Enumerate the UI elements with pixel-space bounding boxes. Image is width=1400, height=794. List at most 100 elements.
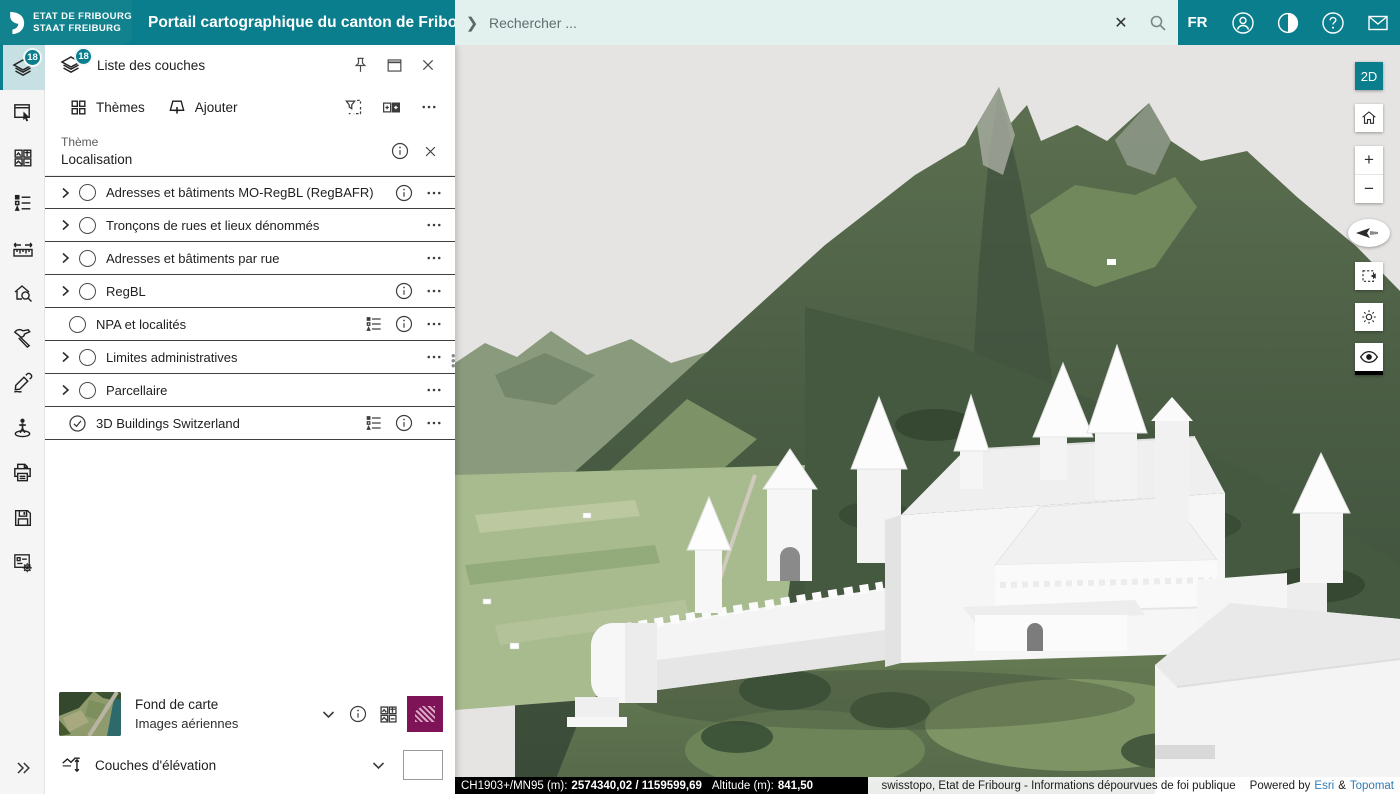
zoom-controls: + − bbox=[1355, 146, 1383, 203]
layer-legend-icon[interactable] bbox=[359, 309, 389, 339]
layer-more-icon[interactable] bbox=[419, 210, 449, 240]
elevation-swatch[interactable] bbox=[403, 750, 443, 780]
expand-chevron-icon[interactable] bbox=[55, 187, 75, 199]
basemap-gallery-icon[interactable] bbox=[373, 699, 403, 729]
panel-resize-handle[interactable]: ••• bbox=[451, 353, 459, 368]
theme-value: Localisation bbox=[61, 152, 385, 167]
layer-name: Parcellaire bbox=[106, 383, 419, 398]
more-options-icon[interactable] bbox=[413, 92, 445, 122]
home-extent-button[interactable] bbox=[1355, 104, 1383, 132]
sidebar-item-locate-search[interactable] bbox=[0, 270, 45, 315]
help-icon[interactable] bbox=[1310, 0, 1355, 45]
pin-panel-icon[interactable] bbox=[343, 50, 377, 80]
sidebar-item-basemaps[interactable] bbox=[0, 135, 45, 180]
zoom-in-button[interactable]: + bbox=[1355, 146, 1383, 174]
contrast-toggle-icon[interactable] bbox=[1265, 0, 1310, 45]
layer-checked-icon[interactable] bbox=[68, 414, 87, 433]
sidebar-item-settings[interactable] bbox=[0, 540, 45, 585]
layer-radio-unchecked[interactable] bbox=[79, 217, 96, 234]
compass-control[interactable] bbox=[1348, 219, 1390, 247]
basemap-texts: Fond de carte Images aériennes bbox=[135, 697, 313, 731]
3d-buildings-style-swatch[interactable] bbox=[407, 696, 443, 732]
sidebar-item-streetview[interactable] bbox=[0, 405, 45, 450]
layer-more-icon[interactable] bbox=[419, 243, 449, 273]
expand-chevron-icon[interactable] bbox=[55, 384, 75, 396]
layer-radio-unchecked[interactable] bbox=[79, 184, 96, 201]
basemap-info-icon[interactable] bbox=[343, 699, 373, 729]
sidebar-item-save[interactable] bbox=[0, 495, 45, 540]
zoom-out-button[interactable]: − bbox=[1355, 175, 1383, 203]
layer-radio-unchecked[interactable] bbox=[79, 382, 96, 399]
page-title: Portail cartographique du canton de Frib… bbox=[148, 14, 482, 32]
layer-row[interactable]: Tronçons de rues et lieux dénommés bbox=[45, 209, 455, 242]
layer-row[interactable]: NPA et localités bbox=[45, 308, 455, 341]
layer-radio-unchecked[interactable] bbox=[79, 250, 96, 267]
sidebar-item-legend[interactable] bbox=[0, 180, 45, 225]
expand-chevron-icon[interactable] bbox=[55, 285, 75, 297]
layer-name: Adresses et bâtiments MO-RegBL (RegBAFR) bbox=[106, 185, 389, 200]
2d-mode-button[interactable]: 2D bbox=[1355, 62, 1383, 90]
layer-row[interactable]: Limites administratives bbox=[45, 341, 455, 374]
esri-link[interactable]: Esri bbox=[1314, 780, 1334, 792]
layer-info-icon[interactable] bbox=[389, 408, 419, 438]
layer-radio-unchecked[interactable] bbox=[79, 349, 96, 366]
layer-more-icon[interactable] bbox=[419, 342, 449, 372]
expand-chevron-icon[interactable] bbox=[55, 252, 75, 264]
slides-play-button[interactable] bbox=[1355, 262, 1383, 290]
layer-row[interactable]: RegBL bbox=[45, 275, 455, 308]
layer-more-icon[interactable] bbox=[419, 178, 449, 208]
visibility-eye-button[interactable] bbox=[1355, 343, 1383, 375]
layer-legend-icon[interactable] bbox=[359, 408, 389, 438]
expand-chevron-icon[interactable] bbox=[55, 351, 75, 363]
layer-more-icon[interactable] bbox=[419, 375, 449, 405]
sidebar-item-tools[interactable] bbox=[0, 315, 45, 360]
search-clear-icon[interactable]: ✕ bbox=[1104, 13, 1138, 33]
user-account-icon[interactable] bbox=[1220, 0, 1265, 45]
basemap-chevron-down-icon[interactable] bbox=[313, 699, 343, 729]
search-icon[interactable] bbox=[1138, 14, 1178, 32]
sidebar-expand-button[interactable] bbox=[0, 745, 45, 790]
layer-radio-unchecked[interactable] bbox=[69, 316, 86, 333]
language-button[interactable]: FR bbox=[1175, 0, 1220, 45]
basemap-thumbnail[interactable] bbox=[59, 692, 121, 736]
sidebar-item-draw[interactable] bbox=[0, 360, 45, 405]
layer-info-icon[interactable] bbox=[389, 276, 419, 306]
theme-close-icon[interactable] bbox=[415, 136, 445, 166]
search-input[interactable] bbox=[489, 15, 1104, 31]
fribourg-logo[interactable]: ETAT DE FRIBOURG STAAT FREIBURG bbox=[0, 0, 132, 45]
themes-button[interactable]: Thèmes bbox=[61, 92, 153, 123]
sidebar-item-print[interactable] bbox=[0, 450, 45, 495]
add-layer-button[interactable]: Ajouter bbox=[159, 91, 246, 123]
layer-row[interactable]: 3D Buildings Switzerland bbox=[45, 407, 455, 440]
expand-chevron-icon[interactable] bbox=[55, 219, 75, 231]
close-panel-icon[interactable] bbox=[411, 50, 445, 80]
top-header: ETAT DE FRIBOURG STAAT FREIBURG Portail … bbox=[0, 0, 1400, 45]
float-panel-icon[interactable] bbox=[377, 50, 411, 80]
map-viewport[interactable]: 2D + − CH1903+/MN95 (m): 2574340,02 / 11… bbox=[455, 45, 1400, 794]
elevation-icon bbox=[59, 754, 83, 776]
layer-radio-unchecked[interactable] bbox=[79, 283, 96, 300]
layer-more-icon[interactable] bbox=[419, 309, 449, 339]
mail-icon[interactable] bbox=[1355, 0, 1400, 45]
layer-row[interactable]: Adresses et bâtiments MO-RegBL (RegBAFR) bbox=[45, 176, 455, 209]
sidebar-item-measure[interactable] bbox=[0, 225, 45, 270]
sidebar-item-map-select[interactable] bbox=[0, 90, 45, 135]
expand-collapse-layers-icon[interactable] bbox=[375, 92, 407, 122]
layer-more-icon[interactable] bbox=[419, 276, 449, 306]
layer-row[interactable]: Parcellaire bbox=[45, 374, 455, 407]
map-attribution: swisstopo, Etat de Fribourg - Informatio… bbox=[868, 777, 1400, 794]
topomat-link[interactable]: Topomat bbox=[1350, 780, 1394, 792]
daylight-sun-button[interactable] bbox=[1355, 303, 1383, 331]
filter-layers-icon[interactable] bbox=[337, 92, 369, 122]
layer-info-icon[interactable] bbox=[389, 309, 419, 339]
layer-row[interactable]: Adresses et bâtiments par rue bbox=[45, 242, 455, 275]
sidebar-item-layers[interactable]: 18 bbox=[0, 45, 45, 90]
app-root: ETAT DE FRIBOURG STAAT FREIBURG Portail … bbox=[0, 0, 1400, 794]
search-collapse-chevron-icon[interactable]: ❯ bbox=[455, 14, 489, 32]
layer-more-icon[interactable] bbox=[419, 408, 449, 438]
elevation-layers-row[interactable]: Couches d'élévation bbox=[45, 744, 455, 794]
elevation-chevron-down-icon[interactable] bbox=[363, 750, 393, 780]
theme-info-icon[interactable] bbox=[385, 136, 415, 166]
layer-info-icon[interactable] bbox=[389, 178, 419, 208]
layers-toolbar: Thèmes Ajouter bbox=[45, 85, 455, 129]
